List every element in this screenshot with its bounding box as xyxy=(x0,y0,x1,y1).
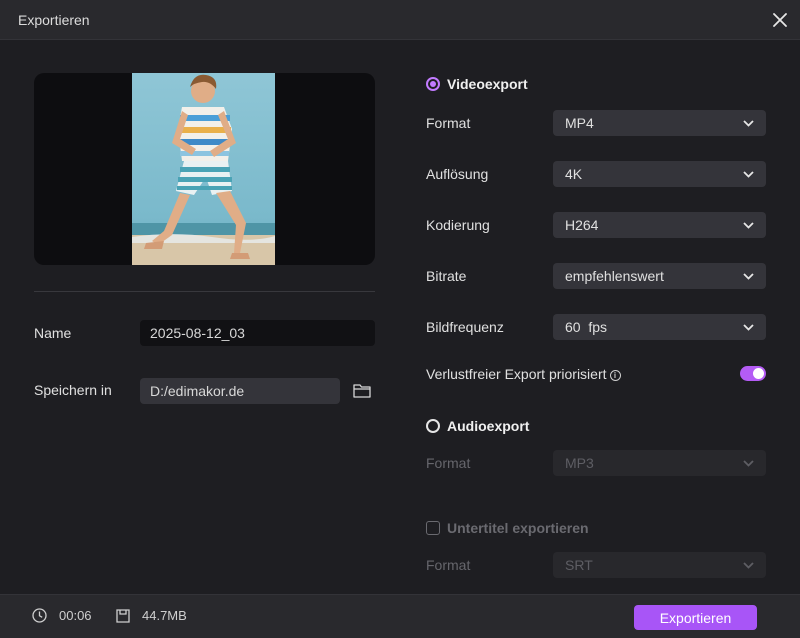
name-label: Name xyxy=(34,325,72,341)
encoding-select[interactable]: H264 xyxy=(553,212,766,238)
chevron-down-icon xyxy=(742,117,754,129)
video-format-value: MP4 xyxy=(565,115,594,131)
info-icon[interactable]: i xyxy=(609,370,621,381)
save-location-label: Speichern in xyxy=(34,382,112,398)
chevron-down-icon xyxy=(742,219,754,231)
chevron-down-icon xyxy=(742,168,754,180)
video-export-radio[interactable] xyxy=(426,77,440,91)
encoding-label: Kodierung xyxy=(426,217,490,233)
duration-stat: 00:06 xyxy=(32,608,92,623)
audio-format-select[interactable]: MP3 xyxy=(553,450,766,476)
audio-format-value: MP3 xyxy=(565,455,594,471)
chevron-down-icon xyxy=(742,457,754,469)
video-format-select[interactable]: MP4 xyxy=(553,110,766,136)
video-preview xyxy=(34,73,375,265)
close-icon xyxy=(773,13,787,27)
folder-icon xyxy=(353,383,371,398)
subtitle-format-label: Format xyxy=(426,557,471,573)
name-input[interactable]: 2025-08-12_03 xyxy=(140,320,375,346)
browse-folder-button[interactable] xyxy=(350,379,374,401)
video-export-option[interactable]: Videoexport xyxy=(426,76,528,92)
audio-export-label: Audioexport xyxy=(447,418,530,434)
subtitle-format-value: SRT xyxy=(565,557,593,573)
chevron-down-icon xyxy=(742,559,754,571)
subtitle-export-checkbox[interactable] xyxy=(426,521,440,535)
preview-thumbnail xyxy=(132,73,275,265)
duration-value: 00:06 xyxy=(59,608,92,623)
resolution-label: Auflösung xyxy=(426,166,489,182)
section-divider xyxy=(34,291,375,292)
subtitle-export-option[interactable]: Untertitel exportieren xyxy=(426,520,589,536)
subtitle-export-label: Untertitel exportieren xyxy=(447,520,589,536)
bitrate-label: Bitrate xyxy=(426,268,467,284)
chevron-down-icon xyxy=(742,270,754,282)
encoding-value: H264 xyxy=(565,217,599,233)
lossless-export-toggle[interactable] xyxy=(740,366,766,381)
save-path-input[interactable]: D:/edimakor.de xyxy=(140,378,340,404)
video-format-label: Format xyxy=(426,115,471,131)
close-button[interactable] xyxy=(768,8,792,32)
title-bar: Exportieren xyxy=(0,0,800,40)
framerate-select[interactable]: 60 fps xyxy=(553,314,766,340)
video-export-label: Videoexport xyxy=(447,76,528,92)
clock-icon xyxy=(32,608,47,623)
framerate-value: 60 fps xyxy=(565,319,608,335)
resolution-value: 4K xyxy=(565,166,583,182)
resolution-select[interactable]: 4K xyxy=(553,161,766,187)
chevron-down-icon xyxy=(742,321,754,333)
subtitle-format-select[interactable]: SRT xyxy=(553,552,766,578)
audio-format-label: Format xyxy=(426,455,471,471)
file-size-icon xyxy=(116,608,130,623)
bitrate-value: empfehlenswert xyxy=(565,268,664,284)
lossless-export-label: Verlustfreier Export priorisiert xyxy=(426,366,607,382)
framerate-label: Bildfrequenz xyxy=(426,319,504,335)
audio-export-radio[interactable] xyxy=(426,419,440,433)
lossless-export-row: Verlustfreier Export priorisiert i xyxy=(426,366,621,382)
audio-export-option[interactable]: Audioexport xyxy=(426,418,529,434)
filesize-stat: 44.7MB xyxy=(116,608,187,623)
window-title: Exportieren xyxy=(18,12,90,28)
export-button[interactable]: Exportieren xyxy=(634,605,757,630)
footer-bar: 00:06 44.7MB Exportieren xyxy=(0,594,800,638)
bitrate-select[interactable]: empfehlenswert xyxy=(553,263,766,289)
filesize-value: 44.7MB xyxy=(142,608,187,623)
